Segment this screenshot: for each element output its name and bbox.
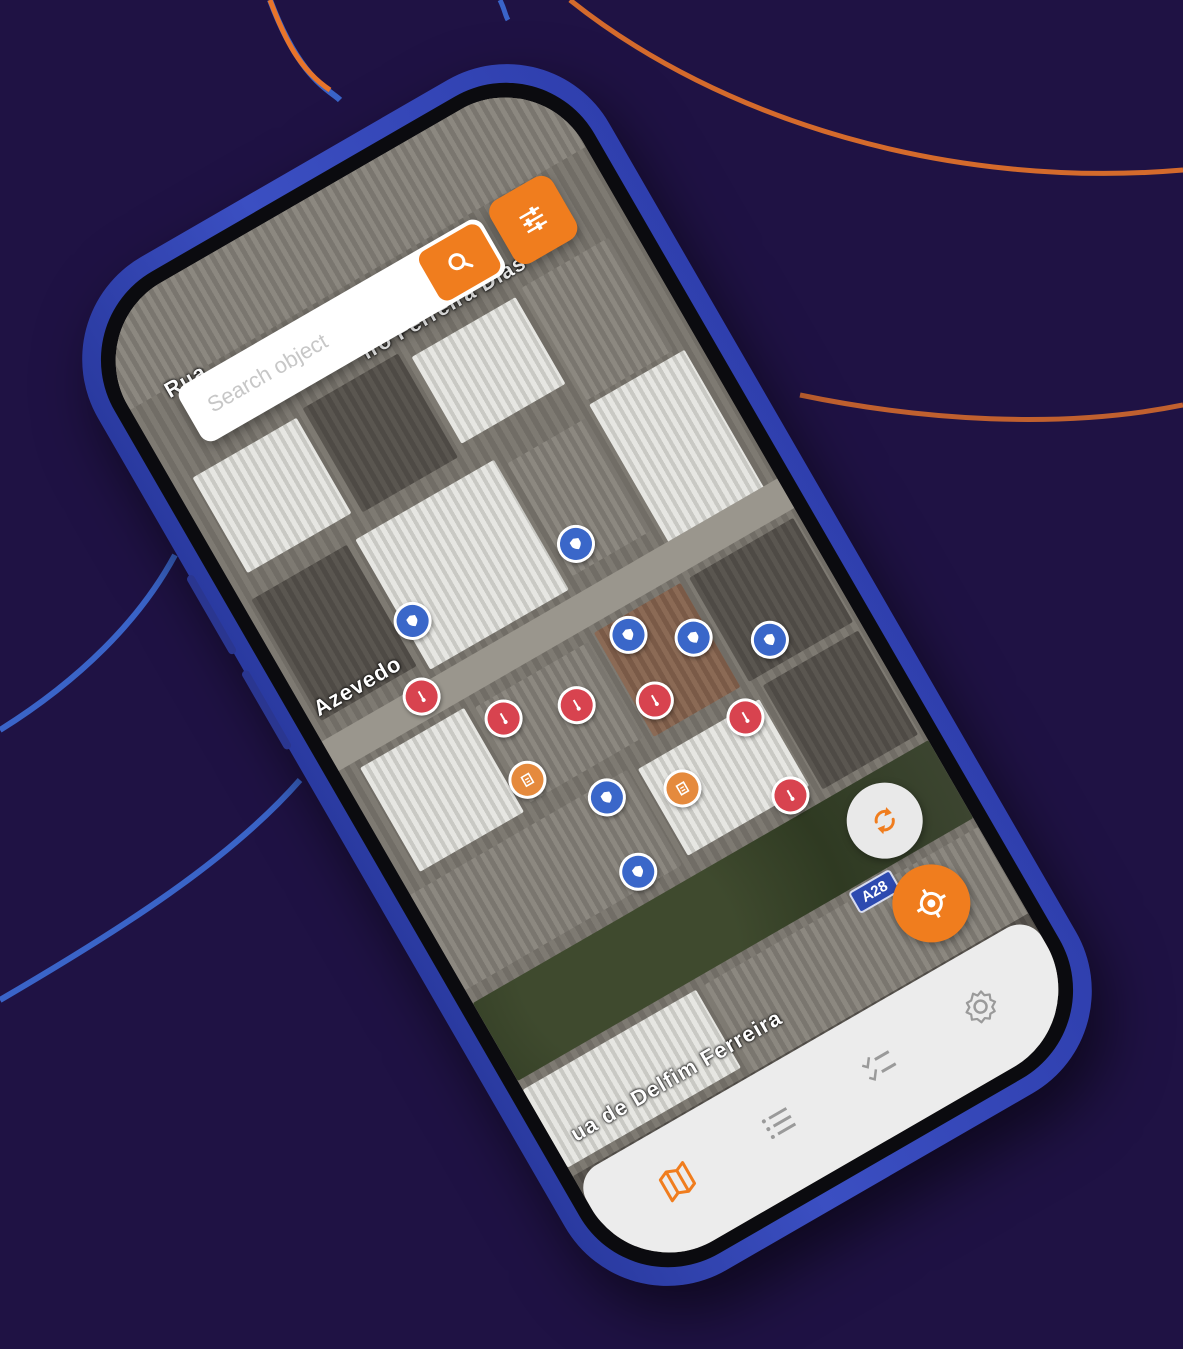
thermometer-icon <box>650 694 659 706</box>
nav-item-list[interactable] <box>735 1080 822 1167</box>
checklist-icon <box>862 1050 897 1081</box>
nav-item-checklist[interactable] <box>836 1021 923 1108</box>
shield-icon <box>687 631 699 643</box>
map-icon <box>659 1160 697 1203</box>
search-icon <box>448 253 474 271</box>
sliders-icon <box>519 206 548 234</box>
shield-icon <box>763 633 775 646</box>
thermometer-icon <box>572 699 581 711</box>
thermometer-icon <box>741 711 750 723</box>
shield-icon <box>631 865 643 877</box>
gear-icon <box>965 990 996 1024</box>
document-icon <box>675 781 690 796</box>
shield-icon <box>406 614 418 627</box>
shield-icon <box>600 791 612 803</box>
nav-item-map[interactable] <box>634 1138 721 1225</box>
refresh-icon <box>874 807 895 835</box>
thermometer-icon <box>499 712 508 724</box>
list-icon <box>761 1107 796 1140</box>
location-target-icon <box>916 888 946 919</box>
thermometer-icon <box>417 690 426 703</box>
shield-icon <box>569 537 581 550</box>
thermometer-icon <box>786 789 795 801</box>
nav-item-settings[interactable] <box>937 963 1024 1050</box>
document-icon <box>520 772 535 788</box>
shield-icon <box>622 628 634 641</box>
